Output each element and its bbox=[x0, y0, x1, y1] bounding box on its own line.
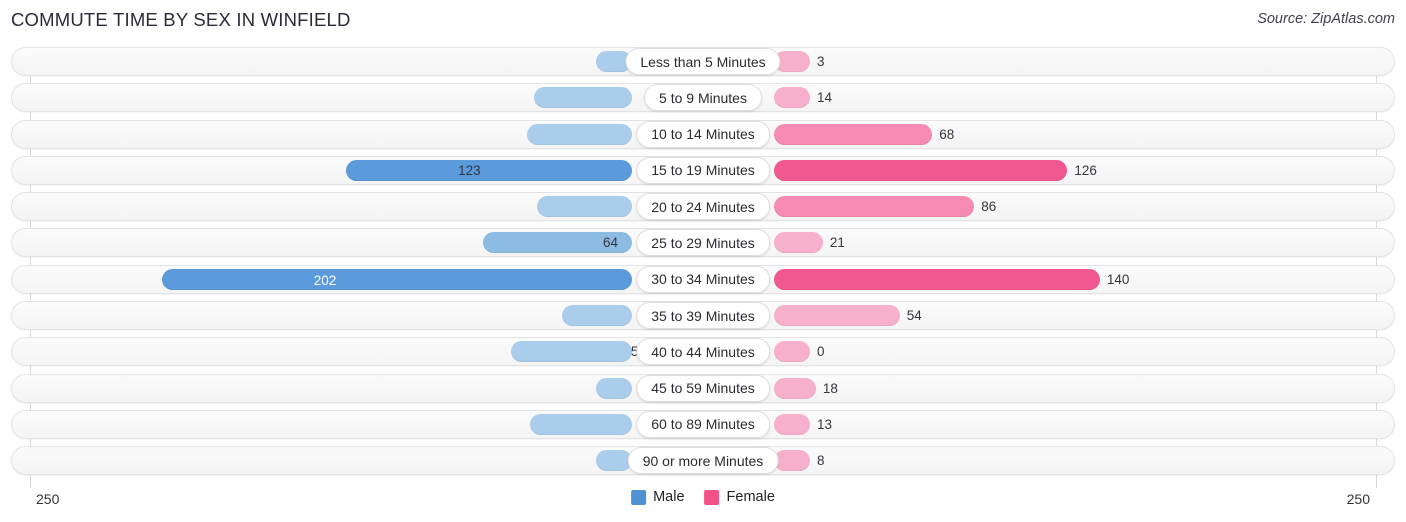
male-bar[interactable] bbox=[536, 196, 632, 218]
category-label-pill[interactable]: 15 to 19 Minutes bbox=[636, 156, 770, 184]
male-bar[interactable] bbox=[527, 123, 632, 145]
male-bar[interactable] bbox=[345, 159, 632, 181]
page-title: COMMUTE TIME BY SEX IN WINFIELD bbox=[11, 9, 351, 30]
male-bar[interactable] bbox=[534, 87, 632, 109]
male-bar[interactable] bbox=[529, 413, 632, 435]
bar-row: 151845 to 59 Minutes bbox=[0, 371, 1406, 407]
category-label-pill[interactable]: 40 to 44 Minutes bbox=[636, 338, 770, 366]
bar-row: 202 140 30 to 34 Minutes bbox=[0, 262, 1406, 298]
legend: Male Female bbox=[631, 489, 775, 505]
male-bar[interactable] bbox=[596, 450, 632, 472]
female-bar[interactable] bbox=[774, 232, 823, 254]
bar-row: 123 126 15 to 19 Minutes bbox=[0, 153, 1406, 189]
chart-root: COMMUTE TIME BY SEX IN WINFIELD Source: … bbox=[0, 0, 1406, 522]
female-bar[interactable] bbox=[774, 305, 900, 327]
female-value-label: 86 bbox=[981, 199, 997, 215]
male-value-label: 64 bbox=[602, 235, 619, 251]
female-bar[interactable] bbox=[774, 450, 810, 472]
category-label-pill[interactable]: 30 to 34 Minutes bbox=[636, 265, 770, 293]
bar-rows-container: 143Less than 5 Minutes42145 to 9 Minutes… bbox=[0, 44, 1406, 480]
category-label-pill[interactable]: 60 to 89 Minutes bbox=[636, 410, 770, 438]
male-bar[interactable] bbox=[596, 377, 632, 399]
category-label-pill[interactable]: 10 to 14 Minutes bbox=[636, 120, 770, 148]
bar-row: 456810 to 14 Minutes bbox=[0, 117, 1406, 153]
female-value-label: 3 bbox=[817, 54, 825, 69]
male-value-label: 123 bbox=[458, 162, 481, 178]
female-bar[interactable] bbox=[774, 268, 1100, 290]
axis-tick-left: 250 bbox=[36, 491, 60, 507]
female-value-label: 18 bbox=[822, 380, 838, 396]
female-value-label: 54 bbox=[906, 308, 922, 324]
bar-row: 418620 to 24 Minutes bbox=[0, 189, 1406, 225]
female-value-label: 13 bbox=[817, 416, 833, 432]
female-value-label: 21 bbox=[829, 235, 845, 251]
female-bar[interactable] bbox=[774, 341, 810, 363]
female-value-label: 14 bbox=[817, 90, 833, 106]
category-label-pill[interactable]: Less than 5 Minutes bbox=[625, 48, 781, 75]
category-label-pill[interactable]: 20 to 24 Minutes bbox=[636, 193, 770, 221]
category-label-pill[interactable]: 45 to 59 Minutes bbox=[636, 374, 770, 402]
bar-row: 0890 or more Minutes bbox=[0, 443, 1406, 479]
bar-row: 441360 to 89 Minutes bbox=[0, 407, 1406, 443]
legend-label-male: Male bbox=[653, 489, 685, 505]
male-bar[interactable] bbox=[161, 268, 632, 290]
male-bar[interactable] bbox=[510, 341, 632, 363]
category-label-pill[interactable]: 5 to 9 Minutes bbox=[644, 84, 762, 112]
female-value-label: 68 bbox=[939, 126, 955, 142]
male-value-label: 202 bbox=[313, 272, 337, 288]
legend-item-male[interactable]: Male bbox=[631, 489, 685, 505]
source-attribution: Source: ZipAtlas.com bbox=[1257, 11, 1395, 27]
bar-row: 52040 to 44 Minutes bbox=[0, 334, 1406, 370]
category-label-pill[interactable]: 90 or more Minutes bbox=[627, 447, 779, 475]
female-bar[interactable] bbox=[774, 196, 975, 218]
legend-item-female[interactable]: Female bbox=[704, 489, 775, 505]
bar-row: 305435 to 39 Minutes bbox=[0, 298, 1406, 334]
female-bar[interactable] bbox=[774, 377, 816, 399]
plot-area: 143Less than 5 Minutes42145 to 9 Minutes… bbox=[0, 44, 1406, 488]
category-label-pill[interactable]: 35 to 39 Minutes bbox=[636, 302, 770, 330]
bar-row: 42145 to 9 Minutes bbox=[0, 80, 1406, 116]
female-value-label: 8 bbox=[817, 453, 825, 469]
male-bar[interactable] bbox=[562, 305, 632, 327]
female-color-swatch-icon bbox=[704, 489, 720, 505]
female-value-label: 140 bbox=[1106, 271, 1130, 287]
female-value-label: 0 bbox=[817, 344, 825, 360]
axis-tick-right: 250 bbox=[1346, 491, 1370, 507]
chart-header: COMMUTE TIME BY SEX IN WINFIELD Source: … bbox=[0, 0, 1406, 44]
female-bar[interactable] bbox=[774, 159, 1068, 181]
legend-label-female: Female bbox=[726, 489, 775, 505]
chart-footer: 250 250 Male Female bbox=[0, 486, 1406, 522]
category-label-pill[interactable]: 25 to 29 Minutes bbox=[636, 229, 770, 257]
female-value-label: 126 bbox=[1074, 162, 1097, 178]
bar-row: 143Less than 5 Minutes bbox=[0, 44, 1406, 80]
bar-row: 64 21 25 to 29 Minutes bbox=[0, 225, 1406, 261]
male-color-swatch-icon bbox=[631, 489, 647, 505]
female-bar[interactable] bbox=[774, 413, 810, 435]
female-bar[interactable] bbox=[774, 87, 810, 109]
female-bar[interactable] bbox=[774, 123, 933, 145]
